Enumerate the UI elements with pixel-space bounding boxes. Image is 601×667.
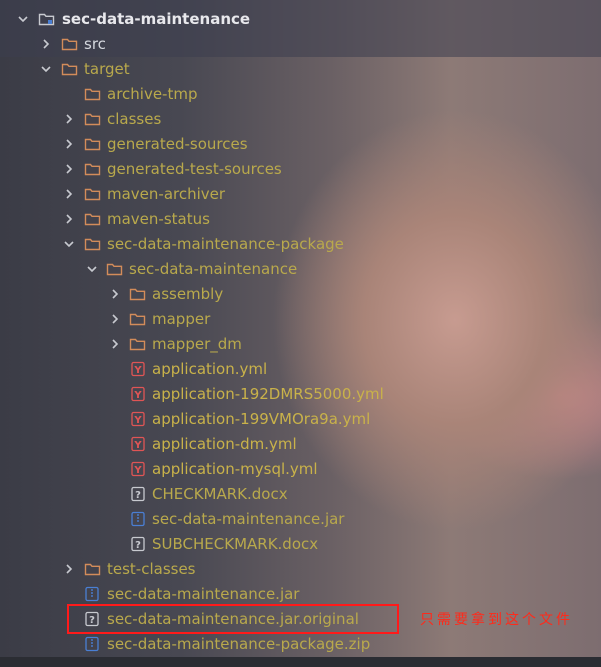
unknown-file-icon: ? [130,486,147,502]
tree-item-label: archive-tmp [107,85,198,103]
yaml-file-icon: Y [130,361,147,377]
tree-row[interactable]: sec-data-maintenance [0,257,601,282]
svg-text:Y: Y [133,365,142,376]
svg-text:?: ? [135,490,141,501]
tree-row[interactable]: mapper_dm [0,332,601,357]
tree-row[interactable]: src [0,32,601,57]
archive-file-icon [84,586,101,602]
tree-item-label: assembly [152,285,224,303]
tree-row[interactable]: sec-data-maintenance [0,7,601,32]
chevron-right-icon[interactable] [109,313,121,325]
folder-icon [84,236,101,252]
yaml-file-icon: Y [130,461,147,477]
tree-row[interactable]: archive-tmp [0,82,601,107]
tree-row[interactable]: classes [0,107,601,132]
tree-item-label: src [84,35,106,53]
project-tree[interactable]: sec-data-maintenance src target archive-tmp… [0,0,601,667]
yaml-file-icon: Y [130,386,147,402]
tree-item-label: sec-data-maintenance-package [107,235,344,253]
tree-item-label: maven-archiver [107,185,226,203]
tree-row[interactable]: maven-status [0,207,601,232]
tree-item-label: generated-sources [107,135,248,153]
tree-row[interactable]: mapper [0,307,601,332]
tree-item-label: application-dm.yml [152,435,297,453]
archive-file-icon [130,511,147,527]
chevron-right-icon[interactable] [40,38,52,50]
tree-item-label: CHECKMARK.docx [152,485,288,503]
chevron-right-icon[interactable] [63,113,75,125]
tree-item-label: application-mysql.yml [152,460,318,478]
tree-row[interactable]: sec-data-maintenance.jar [0,507,601,532]
chevron-right-icon[interactable] [63,213,75,225]
svg-text:Y: Y [133,415,142,426]
tree-row[interactable]: Yapplication-mysql.yml [0,457,601,482]
yaml-file-icon: Y [130,411,147,427]
tree-item-label: generated-test-sources [107,160,282,178]
tree-row[interactable]: maven-archiver [0,182,601,207]
tree-item-label: test-classes [107,560,196,578]
tree-item-label: mapper [152,310,211,328]
tree-item-label: sec-data-maintenance [129,260,298,278]
tree-row[interactable]: sec-data-maintenance-package.zip [0,632,601,657]
tree-row[interactable]: Yapplication-199VMOra9a.yml [0,407,601,432]
tree-item-label: application-192DMRS5000.yml [152,385,384,403]
folder-icon [106,261,123,277]
chevron-right-icon[interactable] [63,188,75,200]
tree-row[interactable]: target [0,57,601,82]
folder-icon [84,161,101,177]
tree-item-label: application-199VMOra9a.yml [152,410,371,428]
folder-icon [84,86,101,102]
module-folder-icon [38,11,55,27]
chevron-down-icon[interactable] [86,263,98,275]
folder-icon [84,211,101,227]
folder-icon [61,61,78,77]
folder-icon [129,311,146,327]
chevron-down-icon[interactable] [40,63,52,75]
tree-row[interactable]: generated-test-sources [0,157,601,182]
tree-item-label: sec-data-maintenance [62,10,251,28]
chevron-right-icon[interactable] [63,163,75,175]
tree-row[interactable]: generated-sources [0,132,601,157]
tree-row[interactable]: ? CHECKMARK.docx [0,482,601,507]
yaml-file-icon: Y [130,436,147,452]
highlight-box [67,604,399,634]
folder-icon [84,111,101,127]
tree-row[interactable]: test-classes [0,557,601,582]
svg-text:Y: Y [133,440,142,451]
folder-icon [61,36,78,52]
chevron-right-icon[interactable] [109,338,121,350]
annotation-text: 只需要拿到这个文件 [420,612,573,628]
svg-text:Y: Y [133,465,142,476]
archive-file-icon [84,636,101,652]
svg-text:?: ? [135,540,141,551]
chevron-down-icon[interactable] [17,13,29,25]
folder-icon [84,561,101,577]
tree-item-label: sec-data-maintenance-package.zip [107,635,371,653]
tree-row[interactable]: Yapplication-192DMRS5000.yml [0,382,601,407]
unknown-file-icon: ? [130,536,147,552]
folder-icon [84,136,101,152]
svg-text:Y: Y [133,390,142,401]
folder-icon [129,286,146,302]
tree-item-label: maven-status [107,210,210,228]
tree-item-label: classes [107,110,162,128]
tree-row[interactable]: sec-data-maintenance-package [0,232,601,257]
tree-row[interactable]: ? SUBCHECKMARK.docx [0,532,601,557]
tree-row[interactable]: assembly [0,282,601,307]
folder-icon [129,336,146,352]
tree-row[interactable]: Yapplication-dm.yml [0,432,601,457]
chevron-down-icon[interactable] [63,238,75,250]
tree-row[interactable]: Yapplication.yml [0,357,601,382]
chevron-right-icon[interactable] [63,138,75,150]
tree-item-label: sec-data-maintenance.jar [152,510,345,528]
chevron-right-icon[interactable] [63,563,75,575]
tree-item-label: mapper_dm [152,335,242,353]
tree-item-label: target [84,60,130,78]
folder-icon [84,186,101,202]
chevron-right-icon[interactable] [109,288,121,300]
tree-item-label: sec-data-maintenance.jar [107,585,300,603]
tree-item-label: SUBCHECKMARK.docx [152,535,319,553]
tree-item-label: application.yml [152,360,268,378]
